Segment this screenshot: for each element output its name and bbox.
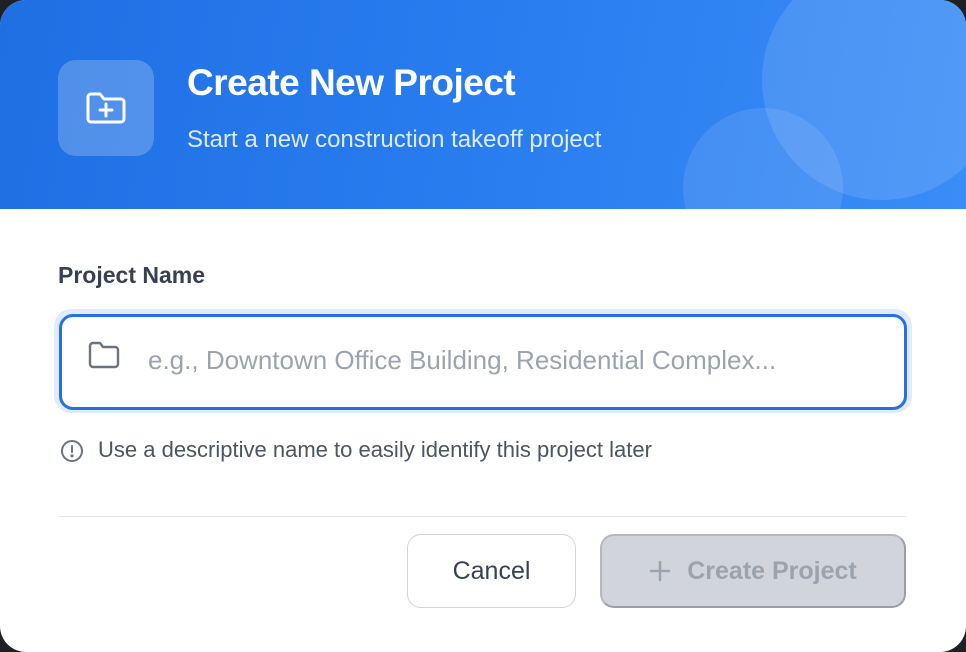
create-project-button[interactable]: Create Project xyxy=(600,534,906,608)
cancel-button[interactable]: Cancel xyxy=(407,534,576,608)
helper-text: Use a descriptive name to easily identif… xyxy=(98,437,652,462)
project-name-label: Project Name xyxy=(58,262,206,288)
create-project-dialog: Create New Project Start a new construct… xyxy=(0,0,966,652)
folder-plus-icon xyxy=(58,60,154,156)
folder-icon xyxy=(88,341,120,369)
project-name-input[interactable] xyxy=(148,330,868,390)
create-project-button-label: Create Project xyxy=(687,556,857,585)
dialog-header: Create New Project Start a new construct… xyxy=(0,0,966,209)
dialog-title: Create New Project xyxy=(187,62,516,103)
info-circle-icon xyxy=(61,440,83,462)
dialog-subtitle: Start a new construction takeoff project xyxy=(187,126,602,153)
footer-divider xyxy=(58,516,906,517)
plus-icon xyxy=(649,560,671,582)
cancel-button-label: Cancel xyxy=(452,556,531,585)
